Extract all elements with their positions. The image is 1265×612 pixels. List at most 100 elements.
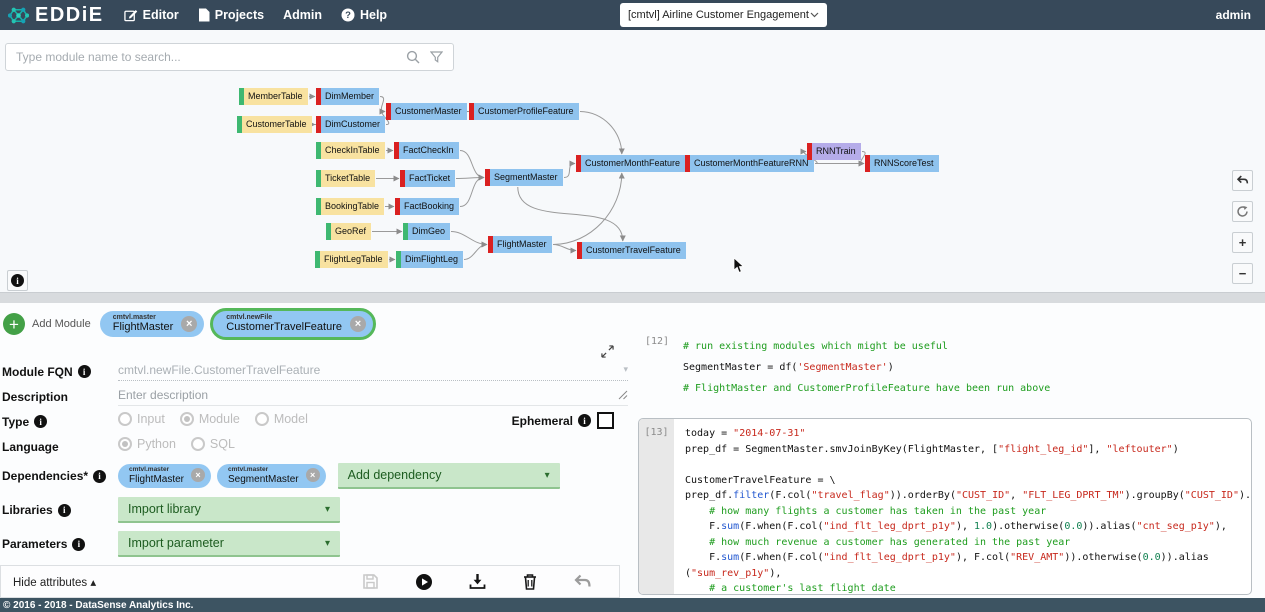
download-button[interactable] [469, 573, 486, 590]
nav-item-projects[interactable]: Projects [198, 8, 264, 22]
node-label: FlightLegTable [324, 254, 383, 264]
graph-node-RNNScoreTest[interactable]: RNNScoreTest [865, 155, 939, 172]
radio-input[interactable]: Input [118, 412, 165, 426]
node-label: FactCheckIn [403, 145, 454, 155]
module-tabs-row: + Add Module cmtvl.master FlightMaster ×… [0, 305, 382, 343]
node-label: FactBooking [404, 201, 454, 211]
graph-node-FlightMaster[interactable]: FlightMaster [488, 236, 552, 253]
graph-node-TicketTable[interactable]: TicketTable [316, 170, 375, 187]
save-button[interactable] [362, 573, 379, 590]
graph-node-MemberTable[interactable]: MemberTable [239, 88, 308, 105]
logo-icon [8, 5, 29, 26]
ephemeral-checkbox[interactable] [597, 412, 614, 429]
graph-canvas: MemberTable CustomerTable DimMember DimCust… [0, 30, 1265, 292]
graph-node-FactTicket[interactable]: FactTicket [400, 170, 455, 187]
graph-node-CustomerTable[interactable]: CustomerTable [237, 116, 312, 133]
close-icon[interactable]: × [181, 316, 197, 332]
node-status-bar [485, 169, 490, 186]
graph-refresh-button[interactable] [1232, 201, 1253, 222]
node-label: CustomerTable [246, 119, 307, 129]
run-button[interactable] [415, 573, 433, 591]
close-icon[interactable]: × [191, 468, 205, 482]
zoom-in-button[interactable]: + [1232, 232, 1253, 253]
node-label: RNNScoreTest [874, 158, 934, 168]
resize-handle-icon[interactable] [618, 390, 628, 400]
search-input[interactable] [6, 50, 406, 64]
graph-node-FactBooking[interactable]: FactBooking [395, 198, 459, 215]
graph-node-DimMember[interactable]: DimMember [316, 88, 379, 105]
graph-node-DimGeo[interactable]: DimGeo [403, 223, 450, 240]
graph-node-FactCheckIn[interactable]: FactCheckIn [394, 142, 459, 159]
graph-node-DimFlightLeg[interactable]: DimFlightLeg [396, 251, 463, 268]
add-dependency-select[interactable]: Add dependency ▾ [338, 463, 560, 489]
nav-item-help[interactable]: ? Help [341, 8, 387, 22]
help-icon: ? [341, 8, 355, 22]
parameters-label: Parameters i [2, 537, 118, 551]
tab-project: cmtvl.master [113, 314, 174, 322]
panel-splitter[interactable] [0, 292, 1265, 303]
node-label: FlightMaster [497, 239, 547, 249]
close-icon[interactable]: × [350, 316, 366, 332]
node-status-bar [865, 155, 870, 172]
zoom-out-button[interactable]: − [1232, 263, 1253, 284]
graph-node-CustomerMonthFeature[interactable]: CustomerMonthFeature [576, 155, 685, 172]
language-radio-group: Python SQL [118, 437, 628, 456]
edge-DimGeo-to-FlightMaster [451, 232, 487, 245]
node-label: CheckInTable [325, 145, 380, 155]
projects-icon [198, 8, 210, 22]
radio-sql[interactable]: SQL [191, 437, 235, 451]
graph-node-FlightLegTable[interactable]: FlightLegTable [315, 251, 388, 268]
graph-info-button[interactable]: i [7, 270, 28, 291]
dependencies-label: Dependencies* i [2, 469, 118, 483]
graph-node-RNNTrain[interactable]: RNNTrain [807, 143, 861, 160]
module-search [5, 43, 454, 71]
radio-module[interactable]: Module [180, 412, 240, 426]
graph-node-GeoRef[interactable]: GeoRef [326, 223, 371, 240]
info-icon: i [93, 470, 106, 483]
nav-item-admin[interactable]: Admin [283, 8, 322, 22]
node-label: DimMember [325, 91, 374, 101]
nav-item-editor[interactable]: Editor [124, 8, 179, 22]
radio-circle-icon [255, 412, 269, 426]
graph-node-SegmentMaster[interactable]: SegmentMaster [485, 169, 563, 186]
graph-node-CheckInTable[interactable]: CheckInTable [316, 142, 385, 159]
node-status-bar [316, 170, 321, 187]
dependencies-row: Dependencies* i cmtvl.master FlightMaste… [2, 459, 628, 493]
graph-node-CustomerTravelFeature[interactable]: CustomerTravelFeature [577, 242, 686, 259]
info-icon: i [578, 414, 591, 427]
dependency-chip-flightmaster[interactable]: cmtvl.master FlightMaster × [118, 464, 211, 487]
footer: © 2016 - 2018 - DataSense Analytics Inc. [0, 598, 1265, 612]
close-icon[interactable]: × [306, 468, 320, 482]
code-cell-13[interactable]: [13] today = "2014-07-31"prep_df = Segme… [638, 418, 1252, 595]
code-line: # how many flights a customer has taken … [685, 504, 1252, 520]
code-cell-12[interactable]: [12] # run existing modules which might … [637, 336, 1265, 399]
user-menu[interactable]: admin [1216, 8, 1251, 22]
filter-icon[interactable] [430, 51, 443, 64]
dependency-chip-segmentmaster[interactable]: cmtvl.master SegmentMaster × [217, 464, 326, 487]
import-parameter-select[interactable]: Import parameter ▾ [118, 531, 340, 557]
description-input[interactable]: Enter description [118, 388, 628, 406]
graph-node-BookingTable[interactable]: BookingTable [316, 198, 384, 215]
module-fqn-select[interactable]: cmtvl.newFile.CustomerTravelFeature ▾ [118, 363, 628, 381]
graph-node-DimCustomer[interactable]: DimCustomer [316, 116, 385, 133]
hide-attributes-toggle[interactable]: Hide attributes ▴ [13, 575, 96, 589]
add-module-label: Add Module [32, 318, 91, 330]
app-logo[interactable]: EDDiE [8, 4, 104, 27]
project-selector[interactable]: [cmtvl] Airline Customer Engagement [620, 3, 827, 27]
cell-execution-label: [13] [644, 427, 668, 438]
search-icon[interactable] [406, 50, 420, 64]
graph-node-CustomerMaster[interactable]: CustomerMaster [386, 103, 467, 120]
radio-model[interactable]: Model [255, 412, 308, 426]
cell-code[interactable]: today = "2014-07-31"prep_df = SegmentMas… [674, 419, 1252, 594]
revert-button[interactable] [574, 574, 591, 589]
module-tab-flightmaster[interactable]: cmtvl.master FlightMaster × [100, 311, 205, 338]
radio-python[interactable]: Python [118, 437, 176, 451]
radio-circle-icon [180, 412, 194, 426]
import-library-select[interactable]: Import library ▾ [118, 497, 340, 523]
graph-node-CustomerProfileFeature[interactable]: CustomerProfileFeature [469, 103, 579, 120]
add-module-button[interactable]: + [3, 313, 25, 335]
module-tab-customertravelfeature[interactable]: cmtvl.newFile CustomerTravelFeature × [210, 308, 376, 341]
graph-undo-button[interactable] [1232, 170, 1253, 191]
delete-button[interactable] [522, 573, 538, 590]
graph-node-CustomerMonthFeatureRNN[interactable]: CustomerMonthFeatureRNN [685, 155, 814, 172]
